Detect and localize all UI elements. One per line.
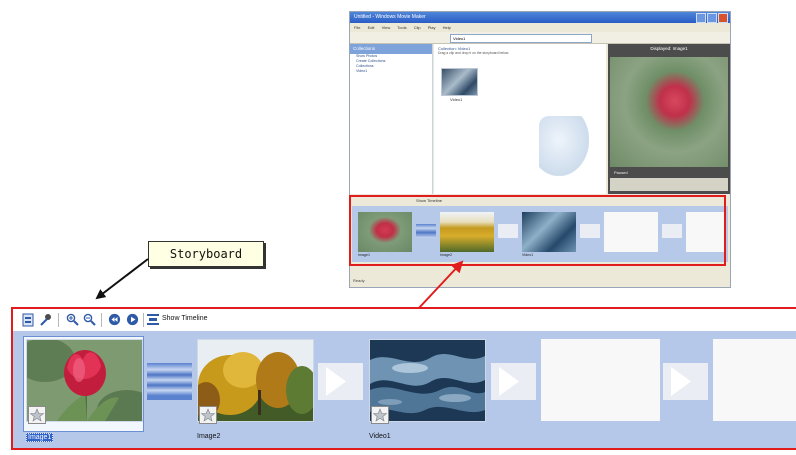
- storyboard-strip: Image1 Image2 Video1: [13, 331, 796, 448]
- zoom-in-icon: [66, 313, 79, 326]
- thumbnail-window-controls: [695, 13, 728, 28]
- thumbnail-video-clip-name: Video1: [450, 97, 463, 102]
- thumbnail-menu-help: Help: [442, 25, 451, 30]
- thumbnail-collection-pane: Collection: Video1 Drag a clip and drop …: [434, 44, 606, 194]
- transition-slot-filled[interactable]: [147, 363, 192, 400]
- still-image-star-icon: [28, 406, 46, 424]
- toolbar-separator: [101, 313, 102, 327]
- thumbnail-menu-view: View: [381, 25, 391, 30]
- thumbnail-toolbar: Video1: [350, 32, 730, 44]
- toolbar-separator: [143, 313, 144, 327]
- transition-arrow-icon: [671, 367, 691, 396]
- narrate-timeline-button[interactable]: [38, 312, 53, 327]
- thumbnail-tasks-pane: Collections Show Photos Create Collectio…: [350, 44, 433, 194]
- minimize-icon: [696, 13, 706, 23]
- thumbnail-title-bar: Untitled - Windows Movie Maker: [350, 12, 730, 23]
- play-icon: [126, 313, 139, 326]
- thumbnail-menu-file: File: [354, 25, 361, 30]
- thumbnail-preview-image: [610, 57, 728, 167]
- storyboard-callout-label: Storyboard: [148, 241, 264, 267]
- thumbnail-preview-title: Displayed: Image1: [650, 46, 688, 51]
- show-timeline-icon-button[interactable]: [147, 312, 159, 327]
- storyboard-toolbar: Show Timeline: [13, 309, 796, 331]
- show-timeline-button[interactable]: Show Timeline: [162, 315, 208, 322]
- transition-slot-empty[interactable]: [491, 363, 536, 400]
- zoom-out-button[interactable]: [82, 312, 97, 327]
- transition-slot-empty[interactable]: [318, 363, 363, 400]
- thumbnail-menu-clip: Clip: [413, 25, 421, 30]
- thumbnail-title: Untitled - Windows Movie Maker: [354, 14, 426, 20]
- movie-maker-watermark-icon: [539, 116, 589, 176]
- thumbnail-menu-edit: Edit: [367, 25, 375, 30]
- microphone-icon: [40, 314, 51, 326]
- transition-arrow-icon: [326, 367, 346, 396]
- transition-slot-empty[interactable]: [663, 363, 708, 400]
- audio-levels-icon: [22, 313, 33, 326]
- thumbnail-menu-tools: Tools: [397, 25, 407, 30]
- timeline-icon: [147, 314, 159, 325]
- thumbnail-collection-title: Collection: Video1: [438, 46, 471, 51]
- transition-arrow-icon: [499, 367, 519, 396]
- thumbnail-preview-status: Paused: [614, 170, 628, 175]
- thumbnail-tasks-header: Collections: [350, 44, 432, 54]
- thumbnail-task-link: Video1: [356, 69, 368, 73]
- callout-arrow: [95, 258, 149, 300]
- storyboard-empty-slot[interactable]: [541, 339, 660, 421]
- clip-name-video1: Video1: [369, 433, 391, 440]
- toolbar-separator: [58, 313, 59, 327]
- thumbnail-collection-dropdown: Video1: [450, 34, 592, 43]
- thumbnail-menu-play: Play: [427, 25, 436, 30]
- thumbnail-status-bar: Ready: [350, 274, 730, 287]
- maximize-icon: [707, 13, 717, 23]
- storyboard-panel: Show Timeline Image1 Image2 Video1: [11, 307, 796, 450]
- thumbnail-video-clip: [441, 68, 478, 96]
- thumbnail-preview-monitor: Displayed: Image1 Paused: [608, 44, 730, 194]
- thumbnail-main-area: Collections Show Photos Create Collectio…: [350, 44, 730, 194]
- storyboard-empty-slot[interactable]: [713, 339, 796, 421]
- video-clip-star-icon: [371, 406, 389, 424]
- rewind-storyboard-button[interactable]: [107, 312, 122, 327]
- zoom-in-button[interactable]: [65, 312, 80, 327]
- play-storyboard-button[interactable]: [125, 312, 140, 327]
- thumbnail-collection-hint: Drag a clip and drop it on the storyboar…: [438, 51, 510, 55]
- clip-name-image2: Image2: [197, 433, 221, 440]
- thumbnail-storyboard-highlight: [349, 195, 726, 266]
- thumbnail-menu-bar: File Edit View Tools Clip Play Help: [350, 23, 730, 32]
- rewind-icon: [108, 313, 121, 326]
- close-icon: [718, 13, 728, 23]
- clip-name-image1: Image1: [26, 433, 54, 442]
- set-audio-levels-button[interactable]: [20, 312, 35, 327]
- zoom-out-icon: [83, 313, 96, 326]
- thumbnail-playback-controls: [610, 178, 728, 191]
- still-image-star-icon: [199, 406, 217, 424]
